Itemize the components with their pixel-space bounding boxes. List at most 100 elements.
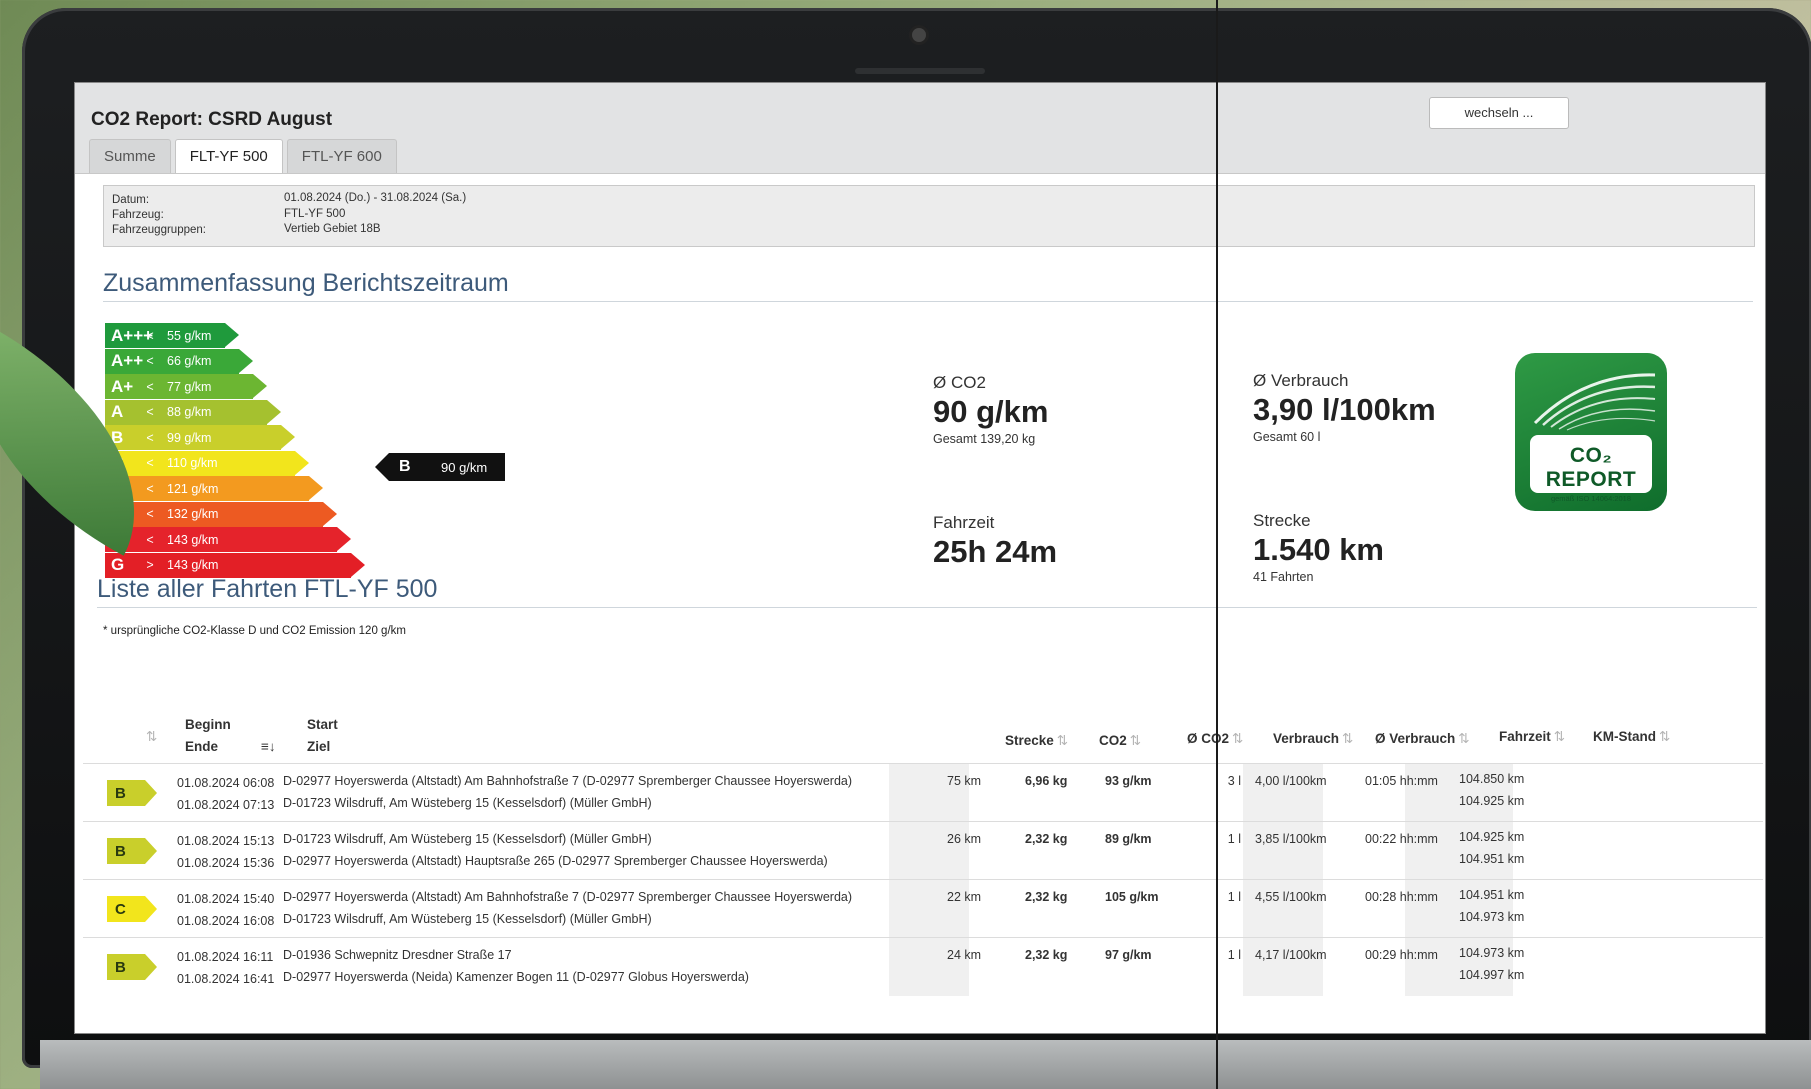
energy-class-threshold: 88 g/km (167, 405, 212, 419)
col-co2[interactable]: CO2 ⇅ (1099, 733, 1141, 749)
logo-title: CO₂ REPORT (1545, 444, 1637, 491)
table-row[interactable]: C 01.08.2024 15:40 01.08.2024 16:08 D-02977… (83, 879, 1763, 938)
energy-class-letter: A (111, 402, 124, 421)
table-row[interactable]: B 01.08.2024 16:11 01.08.2024 16:41 D-01936… (83, 937, 1763, 996)
trip-destination: D-01723 Wilsdruff, Am Wüsteberg 15 (Kess… (283, 912, 652, 926)
vehicle-label: Fahrzeug: (112, 209, 164, 221)
tab-summe[interactable]: Summe (89, 139, 171, 173)
trip-consumption: 3 l (1227, 774, 1241, 788)
energy-class-bar: F<143 g/km (105, 527, 337, 552)
column-shade (1243, 822, 1323, 880)
vehicle-value: FTL-YF 500 (284, 208, 346, 220)
energy-class-bar: A+++ <55 g/km (105, 323, 225, 348)
col-co2-label: CO2 (1099, 733, 1127, 748)
trip-begin: 01.08.2024 15:40 (177, 892, 275, 906)
energy-class-operator: < (146, 328, 154, 343)
column-shade (889, 764, 969, 822)
col-drive-time[interactable]: Fahrzeit ⇅ (1499, 729, 1565, 745)
col-distance-label: Strecke (1005, 733, 1054, 748)
switch-button[interactable]: wechseln ... (1429, 97, 1569, 129)
report-title: CO2 Report: CSRD August (91, 109, 333, 130)
energy-class-letter: A+++ (111, 325, 154, 345)
groups-label: Fahrzeuggruppen: (112, 224, 206, 236)
stat-avg-consumption: Ø Verbrauch 3,90 l/100km Gesamt 60 l (1253, 371, 1436, 444)
co2-class-arrow (145, 780, 157, 806)
col-start: Start (307, 717, 338, 732)
col-distance[interactable]: Strecke ⇅ (1005, 733, 1068, 749)
sort-desc-icon[interactable]: ≡↓ (261, 739, 276, 754)
summary-title: Zusammenfassung Berichtszeitraum (103, 269, 509, 297)
co2-class-letter: B (107, 954, 145, 980)
energy-class-threshold: 77 g/km (167, 379, 212, 394)
col-km-stand-label: KM-Stand (1593, 729, 1656, 744)
col-begin: Beginn (185, 717, 231, 732)
energy-class-arrow (295, 450, 309, 475)
stat-avg-co2-value: 90 g/km (933, 394, 1049, 429)
energy-class-operator: < (146, 481, 154, 496)
trip-end: 01.08.2024 16:41 (177, 972, 275, 986)
vehicle-tabs: Summe FLT-YF 500 FTL-YF 600 (89, 139, 397, 173)
energy-class-arrow (351, 552, 365, 577)
co2-class-letter: B (107, 838, 145, 864)
col-avg-consumption[interactable]: Ø Verbrauch ⇅ (1375, 731, 1470, 747)
tab-ftl-yf-600[interactable]: FTL-YF 600 (286, 139, 397, 173)
energy-class-operator: < (146, 507, 154, 521)
energy-class-operator: > (146, 558, 154, 572)
energy-class-arrow (337, 527, 351, 551)
trip-co2: 2,32 kg (1025, 890, 1068, 904)
trip-consumption: 1 l (1227, 890, 1241, 904)
screen-divider-line (1216, 0, 1218, 1089)
trip-co2: 6,96 kg (1025, 774, 1068, 788)
trip-destination: D-02977 Hoyerswerda (Neida) Kamenzer Bog… (283, 970, 749, 984)
trip-km-start: 104.850 km (1459, 772, 1525, 786)
stat-drive-time-value: 25h 24m (933, 534, 1058, 569)
col-avg-co2-label: Ø CO2 (1187, 731, 1230, 746)
table-row[interactable]: B 01.08.2024 15:13 01.08.2024 15:36 D-01723… (83, 821, 1763, 880)
col-km-stand[interactable]: KM-Stand ⇅ (1593, 729, 1670, 745)
energy-class-bar: A <88 g/km (105, 399, 267, 425)
stat-drive-time: Fahrzeit 25h 24m (933, 513, 1057, 570)
trip-begin: 01.08.2024 06:08 (177, 776, 275, 790)
trip-begin: 01.08.2024 15:13 (177, 834, 275, 848)
report-info-box: Datum: 01.08.2024 (Do.) - 31.08.2024 (Sa… (103, 185, 1755, 247)
co2-class-badge: C (107, 896, 157, 922)
webcam (912, 28, 926, 42)
report-header: CO2 Report: CSRD August wechseln ... Sum… (75, 83, 1765, 174)
col-consumption[interactable]: Verbrauch ⇅ (1273, 731, 1353, 747)
trip-km-end: 104.951 km (1459, 852, 1525, 866)
trip-km-end: 104.973 km (1459, 910, 1525, 924)
trip-drive-time: 00:29 hh:mm (1365, 948, 1438, 962)
stat-avg-co2: Ø CO2 90 g/km Gesamt 139,20 kg (933, 373, 1048, 446)
trip-avg-consumption: 3,85 l/100km (1255, 832, 1327, 846)
trip-avg-co2: 89 g/km (1105, 832, 1152, 846)
stat-distance-sub: 41 Fahrten (1253, 570, 1314, 584)
table-row[interactable]: B 01.08.2024 06:08 01.08.2024 07:13 D-02977… (83, 763, 1763, 822)
trip-co2: 2,32 kg (1025, 948, 1068, 962)
sort-icon: ⇅ (1553, 729, 1566, 744)
column-shade (889, 880, 969, 938)
co2-report-logo: CO₂ REPORT gemäß ISO 14064:2018 (1515, 353, 1667, 511)
trip-destination: D-02977 Hoyerswerda (Altstadt) Hauptsraß… (283, 854, 828, 868)
trip-drive-time: 00:28 hh:mm (1365, 890, 1438, 904)
co2-class-badge: B (107, 838, 157, 864)
energy-class-bar: A++ <66 g/km (105, 348, 239, 374)
app-screen: CO2 Report: CSRD August wechseln ... Sum… (74, 82, 1766, 1034)
trip-end: 01.08.2024 07:13 (177, 798, 275, 812)
col-dest: Ziel (307, 739, 331, 754)
trip-distance: 75 km (947, 774, 982, 788)
column-shade (1243, 938, 1323, 996)
webcam-bar (855, 68, 985, 74)
class-sort-icon[interactable]: ⇅ (143, 729, 157, 745)
column-shade (1243, 880, 1323, 938)
col-consumption-label: Verbrauch (1273, 731, 1340, 746)
col-drive-time-label: Fahrzeit (1499, 729, 1551, 744)
date-value: 01.08.2024 (Do.) - 31.08.2024 (Sa.) (284, 192, 467, 204)
groups-value: Vertieb Gebiet 18B (284, 223, 381, 235)
energy-class-bar: D<121 g/km (105, 476, 309, 501)
logo-subtitle: gemäß ISO 14064:2018 (1550, 494, 1632, 503)
tab-flt-yf-500[interactable]: FLT-YF 500 (174, 139, 283, 173)
sort-icon: ⇅ (1659, 729, 1671, 744)
trip-begin: 01.08.2024 16:11 (177, 950, 274, 964)
energy-class-bar: C<110 g/km (105, 450, 295, 476)
energy-class-threshold: 55 g/km (167, 328, 212, 343)
